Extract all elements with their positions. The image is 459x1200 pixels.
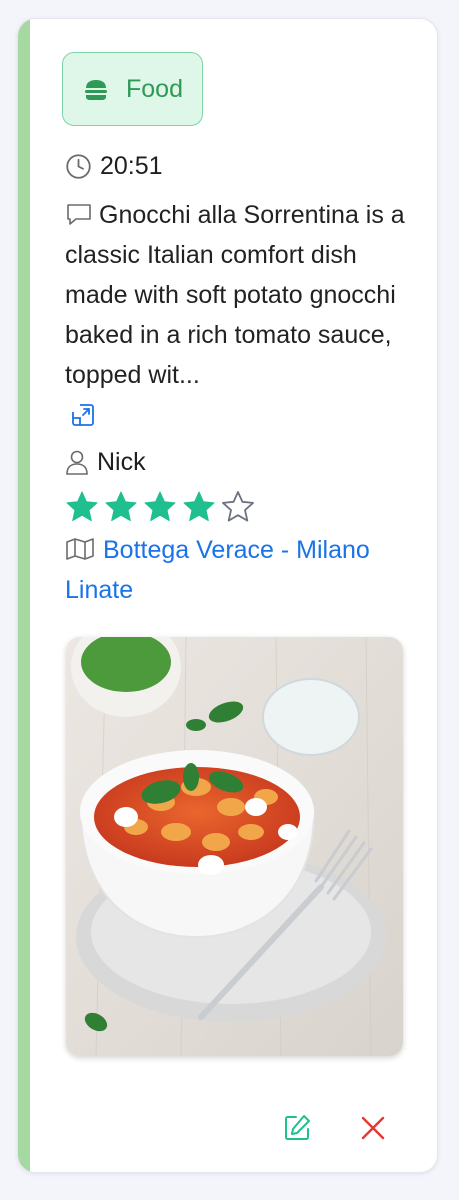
time-value: 20:51 bbox=[100, 152, 163, 180]
star-filled-icon[interactable] bbox=[143, 490, 177, 524]
star-filled-icon[interactable] bbox=[182, 490, 216, 524]
edit-icon[interactable] bbox=[282, 1113, 312, 1143]
accent-bar bbox=[18, 19, 30, 1172]
star-filled-icon[interactable] bbox=[104, 490, 138, 524]
close-icon[interactable] bbox=[360, 1115, 386, 1141]
clock-icon bbox=[66, 153, 91, 179]
category-chip[interactable]: Food bbox=[62, 52, 203, 126]
activity-card: Food 20:51 Gnocchi alla Sorrentina is a … bbox=[17, 18, 438, 1173]
place-row: Bottega Verace - Milano Linate bbox=[65, 530, 405, 610]
category-label: Food bbox=[126, 75, 183, 103]
description-text: Gnocchi alla Sorrentina is a classic Ita… bbox=[65, 201, 405, 389]
time-row: 20:51 bbox=[65, 146, 163, 186]
user-icon bbox=[66, 450, 88, 475]
place-link[interactable]: Bottega Verace - Milano Linate bbox=[65, 536, 370, 604]
food-photo[interactable] bbox=[66, 637, 403, 1056]
user-name: Nick bbox=[97, 448, 146, 476]
comment-icon bbox=[67, 204, 91, 225]
star-rating[interactable] bbox=[65, 490, 260, 524]
star-empty-icon[interactable] bbox=[221, 490, 255, 524]
description: Gnocchi alla Sorrentina is a classic Ita… bbox=[65, 195, 405, 395]
expand-icon[interactable] bbox=[70, 402, 96, 428]
map-icon bbox=[66, 538, 94, 560]
star-filled-icon[interactable] bbox=[65, 490, 99, 524]
user-row: Nick bbox=[65, 442, 146, 482]
burger-icon bbox=[85, 80, 107, 100]
